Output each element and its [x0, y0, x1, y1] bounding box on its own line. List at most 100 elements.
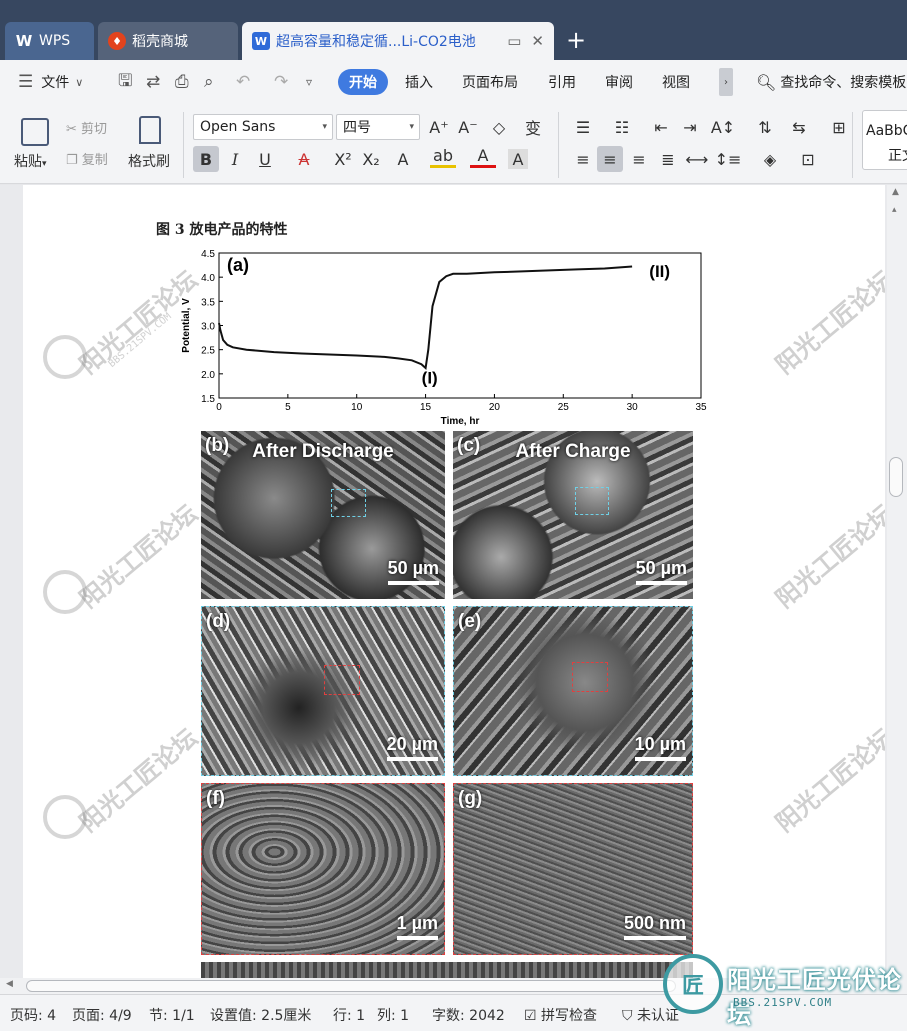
y-tick-label: 3.5	[201, 297, 215, 308]
horizontal-scroll-thumb[interactable]	[26, 980, 676, 992]
phonetic-guide-icon[interactable]: 变	[520, 114, 546, 140]
format-painter-button[interactable]: 格式刷	[128, 151, 170, 171]
potential-series-line	[218, 265, 633, 370]
text-direction-icon[interactable]: A↕	[710, 114, 736, 140]
close-tab-icon[interactable]: ✕	[531, 32, 544, 50]
superscript-button[interactable]: X²	[330, 146, 356, 172]
text-effect-icon[interactable]: A	[390, 146, 416, 172]
cut-button[interactable]: ✂ 剪切	[66, 118, 107, 137]
status-col[interactable]: 列: 1	[377, 1005, 409, 1025]
y-tick-label: 3.0	[201, 322, 215, 333]
watermark-text: 阳光工匠论坛	[769, 264, 885, 380]
menu-page-layout[interactable]: 页面布局	[462, 60, 518, 104]
vertical-scroll-thumb[interactable]	[889, 457, 903, 497]
font-family-select[interactable]: Open Sans ▾	[193, 114, 333, 140]
sem-panel-c: (c) After Charge 50 µm	[453, 431, 693, 599]
font-size-select[interactable]: 四号 ▾	[336, 114, 420, 140]
table-icon[interactable]: ⊞	[826, 114, 852, 140]
status-section[interactable]: 节: 1/1	[149, 1005, 195, 1025]
menu-view[interactable]: 视图	[662, 60, 690, 104]
search-icon: 🔍︎	[756, 72, 777, 92]
highlight-icon[interactable]: ab	[430, 146, 456, 168]
vertical-scrollbar[interactable]: ▲ ▴	[887, 185, 907, 978]
site-watermark-logo: 匠 阳光工匠光伏论坛 BBS.21SPV.COM	[655, 950, 907, 1029]
shield-icon: ⛉	[622, 1008, 633, 1024]
clear-format-icon[interactable]: ◇	[486, 114, 512, 140]
shading-icon[interactable]: ◈	[757, 146, 783, 172]
scale-bar: 500 nm	[623, 913, 686, 940]
file-menu-button[interactable]: ☰ 文件 ∨	[18, 60, 83, 104]
x-tick-label: 25	[558, 402, 570, 413]
justify-icon[interactable]: ≣	[655, 146, 681, 172]
redo-icon[interactable]: ↷	[274, 60, 288, 104]
chart-annotation: (I)	[422, 369, 438, 388]
sem-panel-d: (d) 20 µm	[201, 606, 445, 776]
sort-icon[interactable]: ⇅	[752, 114, 778, 140]
increase-font-icon[interactable]: A⁺	[426, 114, 452, 140]
watermark-badge-icon	[43, 570, 87, 614]
watermark-text: 阳光工匠论坛	[73, 498, 203, 614]
tab-daoke-store[interactable]: ♦ 稻壳商城	[98, 22, 238, 60]
status-page-code[interactable]: 页码: 4	[10, 1005, 56, 1025]
scale-bar: 50 µm	[635, 558, 687, 585]
quick-access-dropdown-icon[interactable]: ▿	[306, 60, 312, 104]
scroll-up-page-icon[interactable]: ▴	[892, 205, 897, 215]
status-row[interactable]: 行: 1	[333, 1005, 365, 1025]
paste-icon[interactable]	[21, 118, 49, 146]
numbered-list-icon[interactable]: ☷	[609, 114, 635, 140]
char-shading-icon[interactable]: A	[508, 149, 528, 169]
align-left-icon[interactable]: ≡	[570, 146, 596, 172]
copy-icon: ❐	[66, 153, 78, 168]
convert-icon[interactable]: ⇆	[786, 114, 812, 140]
more-tabs-icon[interactable]: ›	[719, 68, 733, 96]
subscript-button[interactable]: X₂	[358, 146, 384, 172]
window-float-icon[interactable]: ▭	[507, 32, 521, 50]
style-normal[interactable]: AaBbC 正文	[862, 110, 907, 170]
bullet-list-icon[interactable]: ☰	[570, 114, 596, 140]
italic-button[interactable]: I	[222, 146, 248, 172]
copy-button[interactable]: ❐ 复制	[66, 149, 108, 168]
menu-start[interactable]: 开始	[338, 69, 388, 95]
save-icon[interactable]: 🖫	[118, 60, 132, 104]
decrease-indent-icon[interactable]: ⇤	[648, 114, 674, 140]
scroll-up-icon[interactable]: ▲	[892, 187, 899, 197]
align-right-icon[interactable]: ≡	[626, 146, 652, 172]
print-icon[interactable]: ⎙	[175, 60, 189, 104]
distribute-icon[interactable]: ⟷	[684, 146, 710, 172]
font-color-icon[interactable]: A	[470, 146, 496, 168]
document-page[interactable]: 图 3 放电产品的特性 0 5 10 15 20 25 30 35 1.5 2.0 2.5 3.0 3.…	[23, 185, 885, 978]
menu-references[interactable]: 引用	[548, 60, 576, 104]
bold-button[interactable]: B	[193, 146, 219, 172]
menu-review[interactable]: 审阅	[605, 60, 633, 104]
print-preview-icon[interactable]: ⌕	[204, 60, 214, 104]
new-tab-icon[interactable]: +	[566, 26, 586, 54]
status-word-count[interactable]: 字数: 2042	[432, 1005, 505, 1025]
status-pages[interactable]: 页面: 4/9	[72, 1005, 132, 1025]
daoke-icon: ♦	[108, 32, 126, 50]
align-center-icon[interactable]: ≡	[597, 146, 623, 172]
panel-label: (e)	[458, 611, 482, 632]
undo-icon[interactable]: ↶	[236, 60, 250, 104]
paste-button[interactable]: 粘贴▾	[14, 151, 47, 171]
potential-time-chart: 0 5 10 15 20 25 30 35 1.5 2.0 2.5 3.0 3.5 4.0 4.5 Time,…	[181, 249, 707, 427]
scroll-left-icon[interactable]: ◀	[6, 979, 13, 989]
command-search[interactable]: 🔍︎ 查找命令、搜索模板	[756, 60, 906, 104]
format-painter-icon[interactable]	[139, 116, 161, 144]
y-tick-label: 2.5	[201, 346, 215, 357]
spell-check-button[interactable]: ☑ 拼写检查	[524, 1005, 597, 1025]
decrease-font-icon[interactable]: A⁻	[455, 114, 481, 140]
style-name: 正文	[888, 148, 907, 164]
tab-document[interactable]: W 超高容量和稳定循...Li-CO2电池 ▭ ✕	[242, 22, 554, 60]
line-spacing-icon[interactable]: ↕≡	[715, 146, 742, 172]
spell-check-icon: ☑	[524, 1008, 537, 1024]
tab-wps[interactable]: W WPS	[5, 22, 94, 60]
underline-button[interactable]: U	[252, 146, 278, 172]
status-setting[interactable]: 设置值: 2.5厘米	[210, 1005, 311, 1025]
y-tick-label: 4.0	[201, 273, 215, 284]
borders-icon[interactable]: ⊡	[795, 146, 821, 172]
strikethrough-button[interactable]: A	[291, 146, 317, 172]
x-tick-label: 35	[695, 402, 707, 413]
export-icon[interactable]: ⇄	[146, 60, 160, 104]
increase-indent-icon[interactable]: ⇥	[677, 114, 703, 140]
menu-insert[interactable]: 插入	[405, 60, 433, 104]
